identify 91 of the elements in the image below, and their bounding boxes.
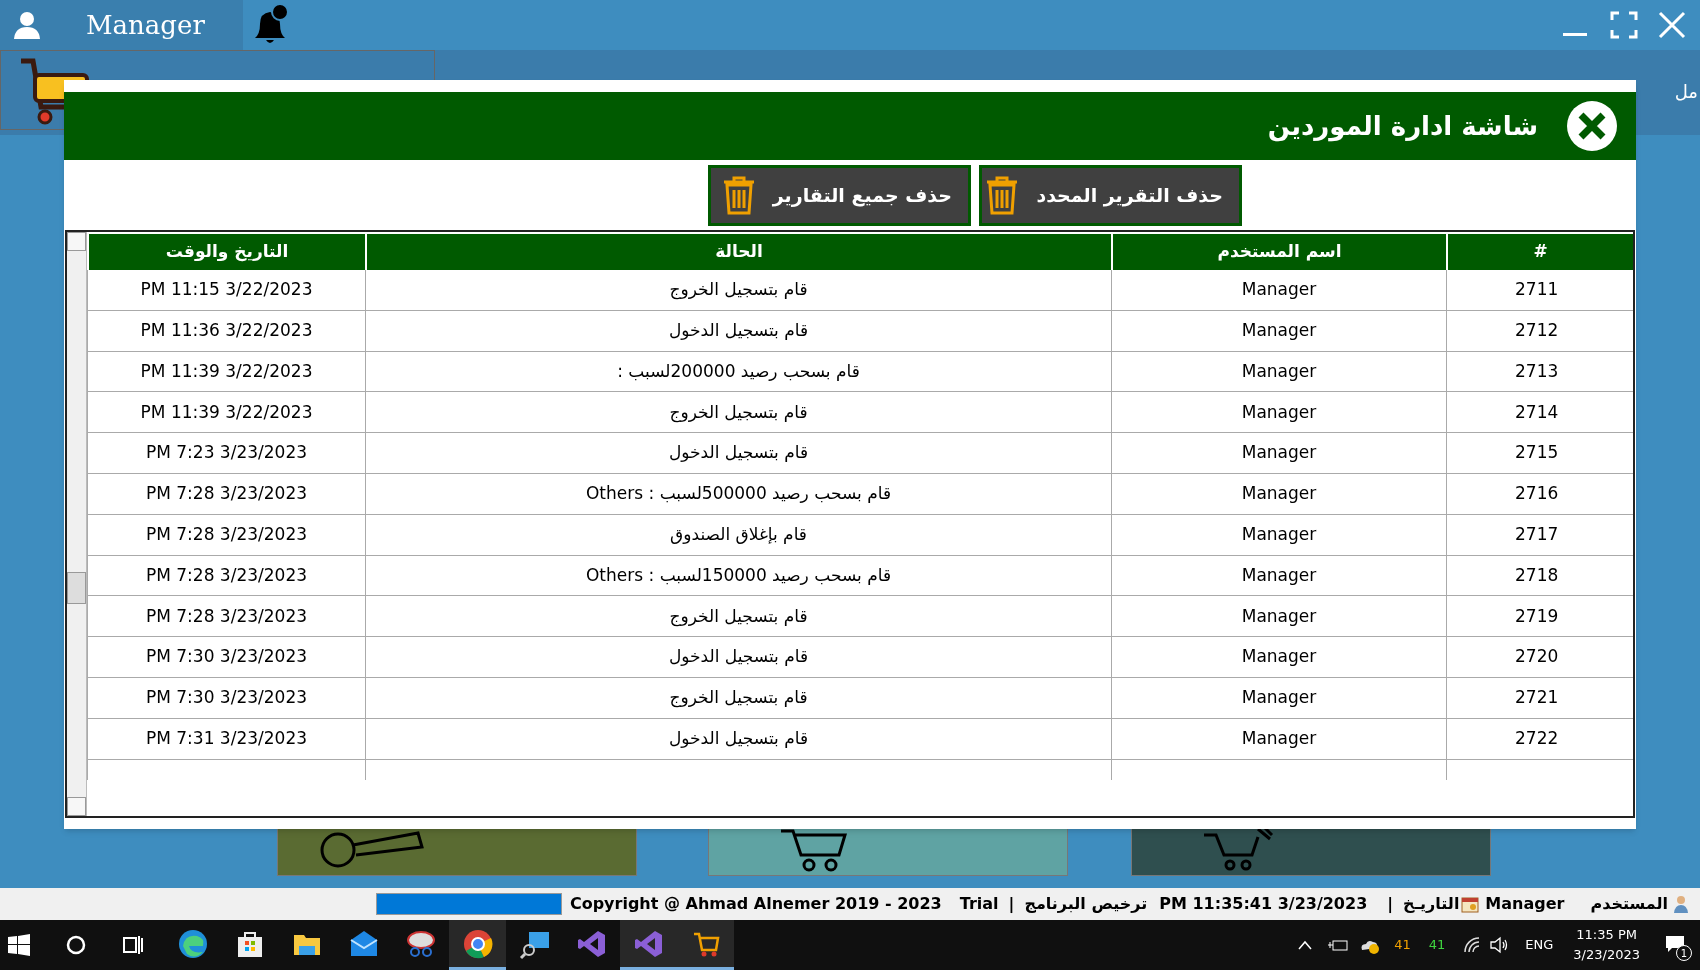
search-icon[interactable] [66,935,86,955]
table-cell: 2718 [1446,555,1633,596]
table-cell: PM 11:36 3/22/2023 [87,310,365,351]
table-cell: 2716 [1446,474,1633,514]
clock[interactable]: 11:35 PM 3/23/2023 [1573,925,1640,965]
table-cell: قام بسحب رصيد 150000لسبب : Others [365,555,1111,596]
table-cell: قام بتسجيل الدخول [365,433,1111,473]
table-cell: Manager [1111,514,1446,555]
table-cell: PM 7:28 3/23/2023 [87,596,365,637]
user-label: المستخدم [1590,893,1668,915]
table-cell: 2720 [1446,637,1633,677]
edge-icon [176,927,209,960]
close-icon[interactable] [1566,100,1618,152]
table-cell: Manager [1111,392,1446,433]
taskbar-app[interactable] [449,920,506,970]
windows-icon[interactable] [8,934,30,956]
user-icon [12,10,42,40]
table-cell: قام بتسجيل الخروج [365,270,1111,310]
license-value: Trial [959,893,999,915]
table-cell: قام بتسجيل الخروج [365,677,1111,718]
table-cell: 2713 [1446,351,1633,392]
chrome-icon [461,927,494,960]
table-cell: 2714 [1446,392,1633,433]
user-name: Manager [86,8,205,42]
date-label: التاريـخ [1403,893,1460,915]
table-cell: قام بإغلاق الصندوق [365,514,1111,555]
table-cell: PM 7:28 3/23/2023 [87,474,365,514]
table-cell: قام بتسجيل الدخول [365,718,1111,759]
maximize-icon[interactable] [1610,11,1638,39]
table-cell: PM 7:28 3/23/2023 [87,555,365,596]
battery-icon[interactable] [1328,937,1349,953]
wifi-icon[interactable] [1463,937,1482,953]
table-cell: قام بتسجيل الدخول [365,637,1111,677]
tray-number[interactable]: 41 [1394,935,1411,955]
clock-date: 3/23/2023 [1573,946,1640,964]
taskbar-app[interactable] [620,920,677,970]
column-header: الحالة [365,234,1111,270]
table-cell: Manager [1111,310,1446,351]
table-cell: PM 11:15 3/22/2023 [87,270,365,310]
license-label: ترخيص البرنامج [1024,893,1148,915]
table-cell: Manager [1111,351,1446,392]
datetime-value: PM 11:35:41 3/23/2023 [1159,893,1368,915]
table-cell: PM 7:31 3/23/2023 [87,718,365,759]
taskbar-app[interactable] [677,920,734,970]
table-cell: Manager [1111,433,1446,473]
menu-label[interactable]: مل [1674,78,1698,135]
table-cell: قام بسحب رصيد 200000لسبب : [365,351,1111,392]
copyright-text: Copyright @ Ahmad Alnemer 2019 - 2023 [569,893,942,915]
table-cell: PM 11:39 3/22/2023 [87,351,365,392]
table-cell: 2721 [1446,677,1633,718]
user-value: Manager [1485,893,1565,915]
separator: | [1008,893,1015,915]
table-cell: قام بتسجيل الدخول [365,310,1111,351]
table-cell: Manager [1111,474,1446,514]
table-cell: PM 7:23 3/23/2023 [87,433,365,473]
close-icon[interactable] [1658,11,1686,39]
table-cell: Manager [1111,270,1446,310]
table-cell: Manager [1111,677,1446,718]
table-cell: Manager [1111,637,1446,677]
column-header: اسم المستخدم [1111,234,1446,270]
table-cell: PM 7:28 3/23/2023 [87,514,365,555]
tray-number[interactable]: 41 [1428,935,1446,955]
scrollbar[interactable] [67,232,87,816]
delete-button[interactable]: حذف التقرير المحدد [979,164,1242,226]
table-cell: 2711 [1446,270,1633,310]
table-cell: PM 7:30 3/23/2023 [87,637,365,677]
speaker-icon[interactable] [1489,936,1510,954]
table-cell: قام بتسجيل الخروج [365,392,1111,433]
calendar-icon [1461,895,1480,913]
table-cell: Manager [1111,596,1446,637]
column-header: التاريخ والوقت [87,234,365,270]
dialog-title: شاشة ادارة الموردين [1267,109,1538,144]
table-cell: 2715 [1446,433,1633,473]
table-cell: 2722 [1446,718,1633,759]
table-cell: Manager [1111,555,1446,596]
table-cell: Manager [1111,718,1446,759]
column-header: # [1446,234,1633,270]
table-cell: قام بتسجيل الخروج [365,596,1111,637]
clock-time: 11:35 PM [1576,926,1637,944]
notification-count: 1 [1676,945,1692,961]
separator: | [1387,893,1394,915]
table-cell: قام بسحب رصيد 500000لسبب : Others [365,474,1111,514]
table-cell: PM 11:39 3/22/2023 [87,392,365,433]
language-indicator[interactable]: ENG [1525,935,1554,955]
task-view-icon[interactable] [122,934,144,956]
table-cell: 2712 [1446,310,1633,351]
table-cell: 2719 [1446,596,1633,637]
delete-button[interactable]: حذف جميع التقارير [708,164,971,226]
table-cell: 2717 [1446,514,1633,555]
table-cell: PM 7:30 3/23/2023 [87,677,365,718]
chevron-up-icon[interactable] [1298,940,1313,950]
